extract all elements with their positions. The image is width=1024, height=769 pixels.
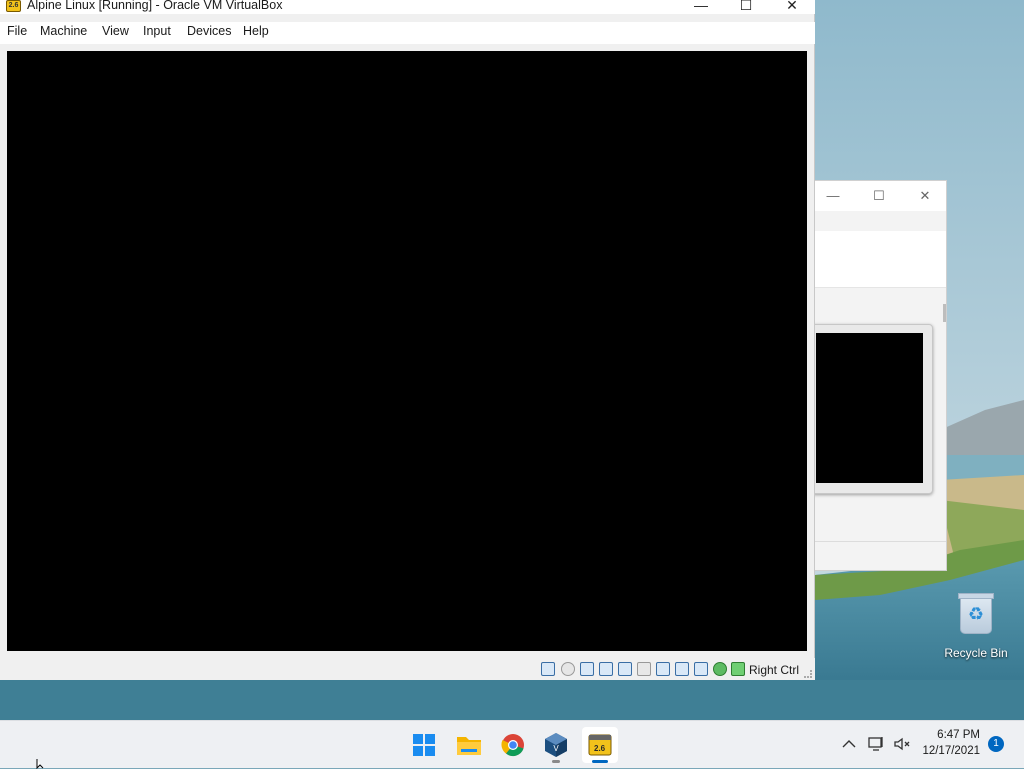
- vm-display[interactable]: [7, 51, 807, 651]
- window-title: Alpine Linux [Running] - Oracle VM Virtu…: [27, 0, 283, 12]
- svg-text:V: V: [553, 744, 559, 753]
- show-hidden-icons-button[interactable]: [840, 735, 858, 753]
- network-icon[interactable]: [599, 662, 613, 676]
- shared-folders-icon[interactable]: [637, 662, 651, 676]
- network-monitor-icon: [868, 737, 883, 751]
- vm-icon-version: 2.6: [594, 744, 606, 753]
- manager-maximize-button[interactable]: ☐: [869, 187, 889, 205]
- menu-input[interactable]: Input: [143, 24, 171, 38]
- taskbar-chrome[interactable]: [495, 727, 531, 763]
- chevron-up-icon: [842, 740, 856, 748]
- taskbar: V 2.6 6:47 PM 12/17/2021: [0, 720, 1024, 768]
- usb-icon[interactable]: [618, 662, 632, 676]
- virtualbox-icon: V: [545, 733, 567, 757]
- close-button[interactable]: ✕: [769, 0, 815, 14]
- desktop-icon-label: Recycle Bin: [944, 646, 1008, 660]
- vm-preview: [811, 324, 933, 494]
- folder-icon: [457, 737, 481, 755]
- hard-disk-icon[interactable]: [541, 662, 555, 676]
- chrome-icon: [501, 734, 524, 757]
- menu-view[interactable]: View: [102, 24, 129, 38]
- windows-logo-icon: [413, 734, 435, 756]
- network-status-button[interactable]: [866, 735, 886, 753]
- vm-window: 2.6 Alpine Linux [Running] - Oracle VM V…: [0, 0, 815, 680]
- minimize-button[interactable]: —: [678, 0, 724, 14]
- optical-drive-icon[interactable]: [561, 662, 575, 676]
- clock-button[interactable]: 6:47 PM 12/17/2021: [918, 727, 982, 763]
- notification-badge[interactable]: 1: [988, 736, 1004, 752]
- virtualbox-app-icon: 2.6: [6, 0, 21, 12]
- active-indicator: [592, 760, 608, 763]
- recycle-bin-icon: ♻: [958, 593, 994, 634]
- speaker-muted-icon: [894, 737, 910, 751]
- taskbar-virtualbox-vm[interactable]: 2.6: [582, 727, 618, 763]
- menu-file[interactable]: File: [7, 24, 27, 38]
- desktop-icon-recycle-bin[interactable]: ♻ Recycle Bin: [940, 593, 1012, 660]
- audio-icon[interactable]: [580, 662, 594, 676]
- start-button[interactable]: [406, 727, 442, 763]
- recording-icon[interactable]: [675, 662, 689, 676]
- clock-date: 12/17/2021: [922, 745, 980, 757]
- clock-time: 6:47 PM: [937, 729, 980, 741]
- menu-help[interactable]: Help: [243, 24, 269, 38]
- cpu-icon[interactable]: [713, 662, 727, 676]
- manager-scrollbar[interactable]: [943, 304, 946, 322]
- mouse-integration-icon[interactable]: [731, 662, 745, 676]
- vm-preview-screen: [816, 333, 923, 483]
- menu-devices[interactable]: Devices: [187, 24, 231, 38]
- running-indicator: [552, 760, 560, 763]
- vm-titlebar[interactable]: 2.6 Alpine Linux [Running] - Oracle VM V…: [0, 0, 815, 14]
- volume-button[interactable]: [892, 735, 912, 753]
- taskbar-file-explorer[interactable]: [451, 727, 487, 763]
- display-icon[interactable]: [656, 662, 670, 676]
- menu-machine[interactable]: Machine: [40, 24, 87, 38]
- maximize-button[interactable]: ☐: [723, 0, 769, 14]
- manager-minimize-button[interactable]: —: [823, 187, 843, 205]
- video-capture-icon[interactable]: [694, 662, 708, 676]
- status-bar: Right Ctrl: [0, 658, 815, 680]
- resize-grip-icon[interactable]: [804, 670, 812, 678]
- manager-close-button[interactable]: ✕: [915, 187, 935, 205]
- host-key-label[interactable]: Right Ctrl: [749, 663, 799, 677]
- taskbar-virtualbox-manager[interactable]: V: [538, 727, 574, 763]
- menu-bar: File Machine View Input Devices Help: [0, 22, 815, 44]
